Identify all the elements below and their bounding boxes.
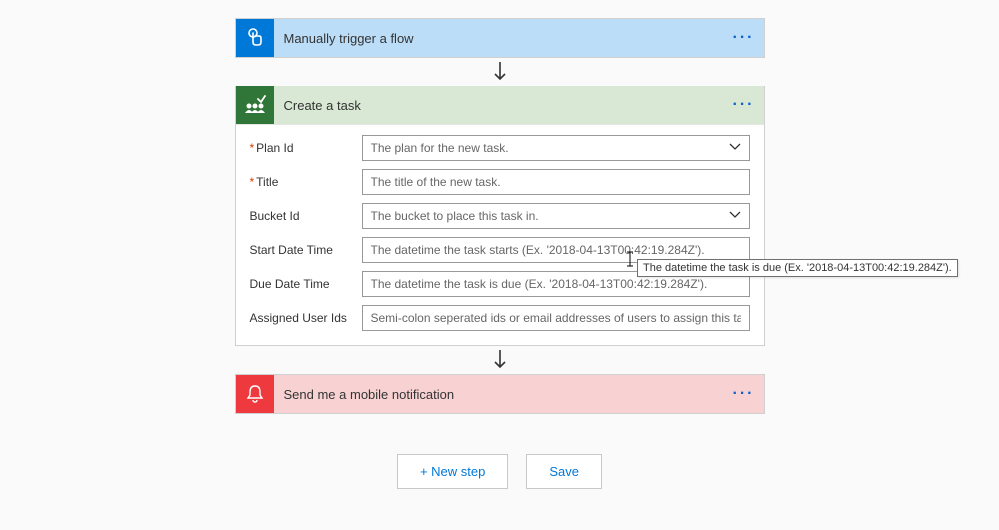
trigger-card: Manually trigger a flow ··· (235, 18, 765, 58)
action-header[interactable]: Create a task ··· (236, 86, 764, 124)
new-step-button[interactable]: + New step (397, 454, 508, 489)
field-label-title: *Title (250, 175, 362, 189)
action-body: *Plan Id *Title Bucket Id (236, 124, 764, 345)
field-row-bucket-id: Bucket Id (250, 203, 750, 229)
title-input[interactable] (362, 169, 750, 195)
save-button[interactable]: Save (526, 454, 602, 489)
assigned-user-ids-input[interactable] (362, 305, 750, 331)
field-label-plan-id: *Plan Id (250, 141, 362, 155)
field-row-title: *Title (250, 169, 750, 195)
field-label-assigned: Assigned User Ids (250, 311, 362, 325)
action-title: Create a task (274, 98, 724, 113)
tooltip: The datetime the task is due (Ex. '2018-… (637, 259, 958, 277)
touch-icon (236, 19, 274, 57)
planner-icon (236, 86, 274, 124)
field-row-plan-id: *Plan Id (250, 135, 750, 161)
notify-card: Send me a mobile notification ··· (235, 374, 765, 414)
field-label-bucket-id: Bucket Id (250, 209, 362, 223)
field-label-start-date: Start Date Time (250, 243, 362, 257)
action-card: Create a task ··· *Plan Id *Title (235, 86, 765, 346)
notify-header[interactable]: Send me a mobile notification ··· (236, 375, 764, 413)
bell-icon (236, 375, 274, 413)
field-row-assigned: Assigned User Ids (250, 305, 750, 331)
trigger-header[interactable]: Manually trigger a flow ··· (236, 19, 764, 57)
connector-arrow (235, 58, 765, 86)
bottom-buttons: + New step Save (397, 454, 602, 489)
trigger-more-button[interactable]: ··· (724, 29, 764, 47)
notify-more-button[interactable]: ··· (724, 385, 764, 403)
plan-id-select[interactable] (362, 135, 750, 161)
trigger-title: Manually trigger a flow (274, 31, 724, 46)
notify-title: Send me a mobile notification (274, 387, 724, 402)
action-more-button[interactable]: ··· (724, 96, 764, 114)
field-label-due-date: Due Date Time (250, 277, 362, 291)
connector-arrow (235, 346, 765, 374)
bucket-id-select[interactable] (362, 203, 750, 229)
